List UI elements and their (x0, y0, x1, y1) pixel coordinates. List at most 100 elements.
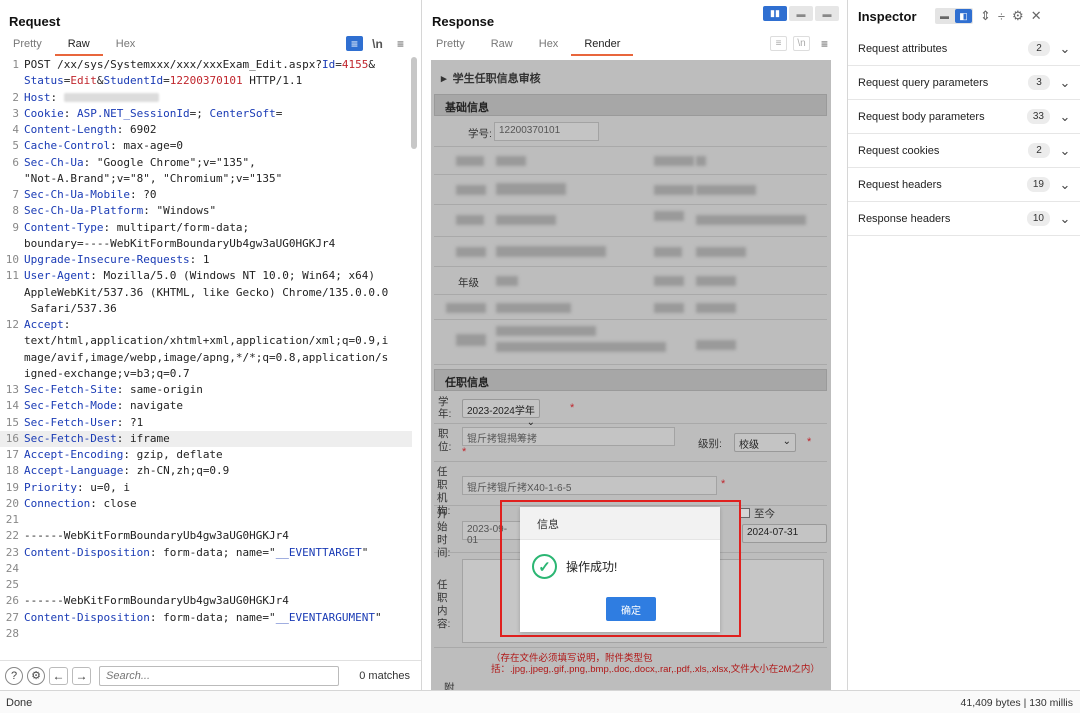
code-line[interactable]: AppleWebKit/537.36 (KHTML, like Gecko) C… (0, 285, 412, 301)
menu-icon[interactable]: ≡ (392, 36, 409, 51)
line-text (24, 512, 30, 528)
layout-split-icon[interactable]: ▮▮ (763, 6, 787, 21)
collapse-all-icon[interactable]: ÷ (998, 9, 1005, 24)
code-line[interactable]: 23 Content-Disposition: form-data; name="… (0, 545, 412, 561)
expand-all-icon[interactable]: ⇕ (980, 8, 991, 24)
code-line[interactable]: 19 Priority: u=0, i (0, 480, 412, 496)
chevron-down-icon[interactable]: ⌄ (1050, 177, 1080, 193)
newline-toggle-icon[interactable]: \n (369, 36, 386, 51)
code-line[interactable]: 15 Sec-Fetch-User: ?1 (0, 415, 412, 431)
line-number (0, 73, 24, 89)
status-text: Done (6, 697, 33, 709)
request-editor[interactable]: 1 POST /xx/sys/Systemxxx/xxx/xxxExam_Edit… (0, 57, 412, 657)
required-star: * (462, 446, 467, 458)
code-line[interactable]: 7 Sec-Ch-Ua-Mobile: ?0 (0, 187, 412, 203)
code-line[interactable]: 25 (0, 577, 412, 593)
code-line[interactable]: 22 ------WebKitFormBoundaryUb4gw3aUG0HGKJ… (0, 528, 412, 544)
code-line[interactable]: 2 Host: (0, 90, 412, 106)
chevron-down-icon[interactable]: ⌄ (1050, 75, 1080, 91)
required-star: * (721, 478, 726, 490)
code-line[interactable]: text/html,application/xhtml+xml,applicat… (0, 333, 412, 349)
search-input[interactable] (99, 665, 339, 686)
student-no-field[interactable]: 12200370101 (494, 122, 599, 141)
menu-icon[interactable]: ≡ (816, 36, 833, 51)
inspector-section-row[interactable]: Request query parameters 3 ⌄ (848, 66, 1080, 100)
layout-panel-icon[interactable]: ◧ (955, 9, 972, 23)
code-line[interactable]: 5 Cache-Control: max-age=0 (0, 138, 412, 154)
tab-render[interactable]: Render (571, 36, 634, 56)
chevron-down-icon[interactable]: ⌄ (1050, 143, 1080, 159)
code-line[interactable]: 9 Content-Type: multipart/form-data; (0, 220, 412, 236)
search-prev-button[interactable]: ← (49, 666, 68, 685)
request-scrollbar[interactable] (411, 57, 417, 149)
inspector-section-row[interactable]: Response headers 10 ⌄ (848, 202, 1080, 236)
layout-horizontal-icon[interactable]: ▬ (789, 6, 813, 21)
code-line[interactable]: "Not-A.Brand";v="8", "Chromium";v="135" (0, 171, 412, 187)
search-next-button[interactable]: → (72, 666, 91, 685)
line-text: Sec-Fetch-Mode: navigate (24, 399, 183, 413)
position-input[interactable]: 锟斤拷锟揭筹拷 (462, 427, 675, 446)
code-line[interactable]: 16 Sec-Fetch-Dest: iframe (0, 430, 412, 447)
chevron-down-icon[interactable]: ⌄ (1050, 41, 1080, 57)
inspector-section-row[interactable]: Request attributes 2 ⌄ (848, 32, 1080, 66)
close-icon[interactable]: ✕ (1031, 8, 1042, 24)
code-line[interactable]: 6 Sec-Ch-Ua: "Google Chrome";v="135", (0, 155, 412, 171)
line-text: Accept-Encoding: gzip, deflate (24, 448, 223, 461)
pretty-print-icon[interactable]: ≡ (346, 36, 363, 51)
code-line[interactable]: 8 Sec-Ch-Ua-Platform: "Windows" (0, 203, 412, 219)
blurred-text (496, 276, 518, 286)
tab-pretty[interactable]: Pretty (0, 36, 55, 56)
newline-toggle-icon[interactable]: \n (793, 36, 810, 51)
code-line[interactable]: 27 Content-Disposition: form-data; name="… (0, 610, 412, 626)
code-line[interactable]: 13 Sec-Fetch-Site: same-origin (0, 382, 412, 398)
code-line[interactable]: 21 (0, 512, 412, 528)
code-line[interactable]: mage/avif,image/webp,image/apng,*/*;q=0.… (0, 350, 412, 366)
level-select[interactable]: 校级 ⌄ (734, 433, 796, 452)
layout-single-icon[interactable]: ▬ (815, 6, 839, 21)
code-line[interactable]: 12 Accept: (0, 317, 412, 333)
settings-gear-icon[interactable]: ⚙ (1012, 8, 1024, 24)
year-select[interactable]: 2023-2024学年 ⌄ (462, 399, 540, 428)
inspector-section-row[interactable]: Request headers 19 ⌄ (848, 168, 1080, 202)
code-line[interactable]: 20 Connection: close (0, 496, 412, 512)
code-line[interactable]: 11 User-Agent: Mozilla/5.0 (Windows NT 10… (0, 268, 412, 284)
code-line[interactable]: 1 POST /xx/sys/Systemxxx/xxx/xxxExam_Edit… (0, 57, 412, 73)
tab-hex[interactable]: Hex (103, 36, 149, 56)
tab-raw[interactable]: Raw (478, 36, 526, 56)
code-line[interactable]: 10 Upgrade-Insecure-Requests: 1 (0, 252, 412, 268)
chevron-down-icon[interactable]: ⌄ (1050, 109, 1080, 125)
line-text: Cookie: ASP.NET_SessionId=; CenterSoft= (24, 106, 283, 120)
line-text (24, 561, 30, 577)
end-date-input[interactable]: 2024-07-31 (742, 524, 827, 543)
code-line[interactable]: 3 Cookie: ASP.NET_SessionId=; CenterSoft= (0, 106, 412, 122)
code-line[interactable]: 26 ------WebKitFormBoundaryUb4gw3aUG0HGKJ… (0, 593, 412, 609)
code-line[interactable]: boundary=----WebKitFormBoundaryUb4gw3aUG… (0, 236, 412, 252)
line-text: Sec-Fetch-User: ?1 (24, 415, 144, 429)
code-line[interactable]: 4 Content-Length: 6902 (0, 122, 412, 138)
help-icon[interactable]: ? (5, 666, 23, 685)
code-line[interactable]: 14 Sec-Fetch-Mode: navigate (0, 398, 412, 414)
settings-gear-icon[interactable]: ⚙ (27, 666, 45, 685)
pretty-print-icon[interactable]: ≡ (770, 36, 787, 51)
line-number (0, 301, 24, 317)
code-line[interactable]: Safari/537.36 (0, 301, 412, 317)
ok-button[interactable]: 确定 (606, 597, 656, 621)
blurred-text (696, 303, 736, 313)
org-input[interactable]: 锟斤拷锟斤拷X40-1-6-5 (462, 476, 717, 495)
code-line[interactable]: igned-exchange;v=b3;q=0.7 (0, 366, 412, 382)
till-now-checkbox[interactable] (740, 508, 750, 518)
tab-pretty[interactable]: Pretty (423, 36, 478, 56)
code-line[interactable]: 17 Accept-Encoding: gzip, deflate (0, 447, 412, 463)
code-line[interactable]: 28 (0, 626, 412, 642)
chevron-down-icon[interactable]: ⌄ (1050, 211, 1080, 227)
code-line[interactable]: 18 Accept-Language: zh-CN,zh;q=0.9 (0, 463, 412, 479)
layout-list-icon[interactable]: ▬ (936, 9, 953, 23)
tab-raw[interactable]: Raw (54, 36, 103, 56)
count-badge: 33 (1026, 109, 1050, 124)
code-line[interactable]: Status=Edit&StudentId=12200370101 HTTP/1… (0, 73, 412, 89)
tab-hex[interactable]: Hex (526, 36, 572, 56)
inspector-section-row[interactable]: Request body parameters 33 ⌄ (848, 100, 1080, 134)
code-line[interactable]: 24 (0, 561, 412, 577)
content-label: 任职内容: (437, 579, 451, 630)
inspector-section-row[interactable]: Request cookies 2 ⌄ (848, 134, 1080, 168)
